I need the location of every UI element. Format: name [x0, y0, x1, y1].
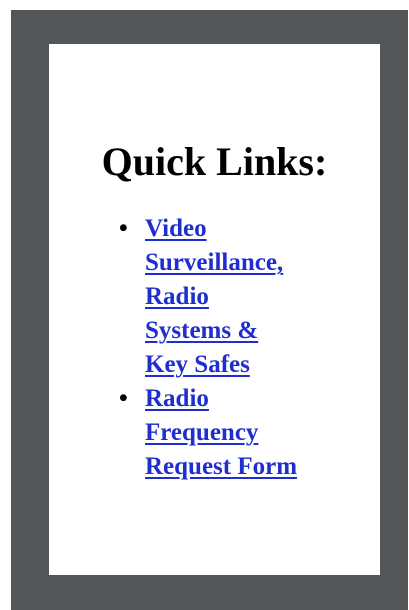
list-item-video-surveillance: • Video Surveillance, Radio Systems & Ke…	[119, 212, 359, 382]
bullet-icon: •	[119, 385, 128, 412]
quick-links-panel: Quick Links: • Video Surveillance, Radio…	[49, 44, 380, 575]
list-item-radio-frequency-request: • Radio Frequency Request Form	[119, 382, 359, 484]
quick-links-title: Quick Links:	[101, 139, 328, 184]
page-frame: Quick Links: • Video Surveillance, Radio…	[11, 10, 408, 610]
radio-frequency-request-form-link[interactable]: Radio Frequency Request Form	[145, 382, 359, 484]
quick-links-list: • Video Surveillance, Radio Systems & Ke…	[119, 212, 359, 484]
bullet-icon: •	[119, 215, 128, 242]
video-surveillance-radio-key-safes-link[interactable]: Video Surveillance, Radio Systems & Key …	[145, 212, 359, 382]
